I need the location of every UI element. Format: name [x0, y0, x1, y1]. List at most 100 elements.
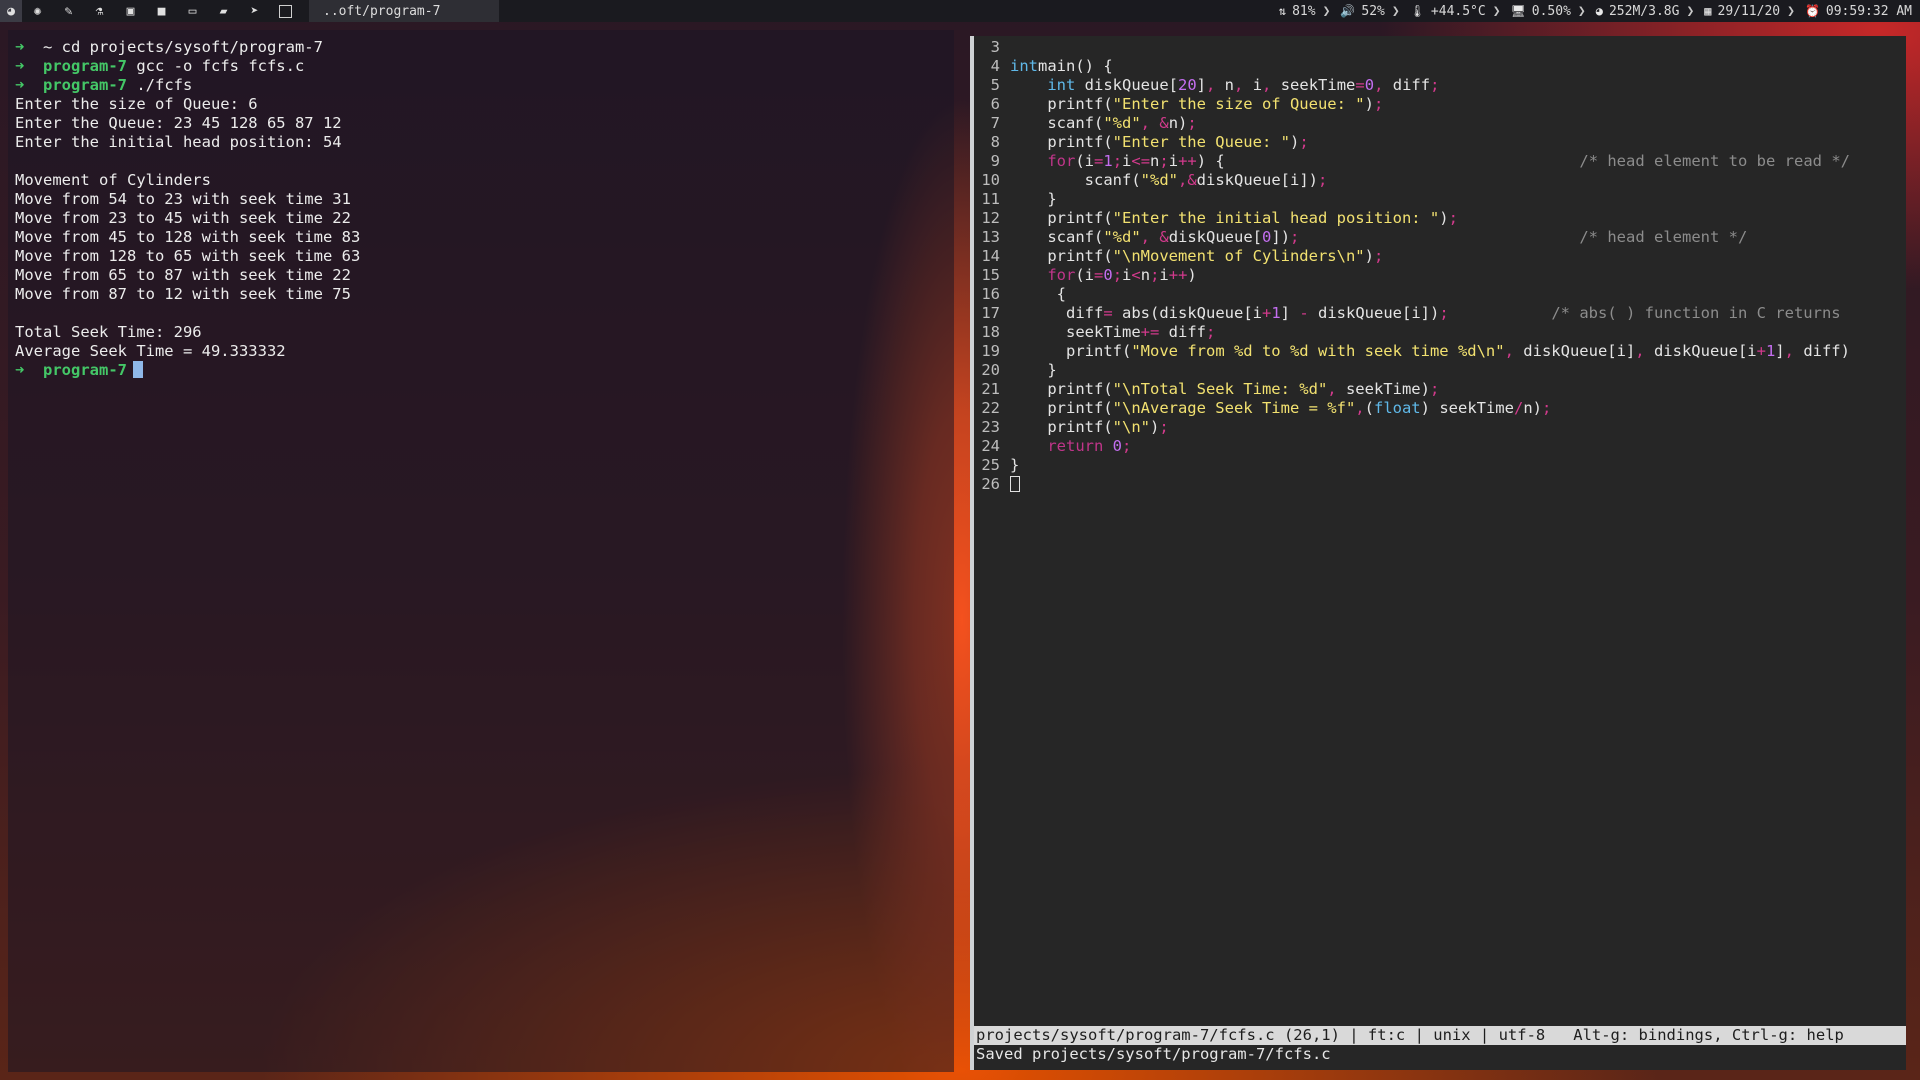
code-line[interactable]: 25} — [980, 456, 1850, 475]
clock-icon: ⏰ — [1804, 4, 1820, 18]
calendar-icon: ▦ — [1704, 4, 1712, 18]
image-icon[interactable]: ▣ — [115, 0, 146, 22]
command-line: ➜ program-7 ./fcfs — [15, 76, 360, 95]
status-value: 81% — [1292, 3, 1316, 19]
cpu-icon: 🖥 — [1510, 4, 1526, 18]
code-line-text[interactable]: scanf("%d", &n); — [1010, 114, 1196, 133]
telegram-icon[interactable]: ➤ — [239, 0, 270, 22]
top-bar: ◕ ✺ ✎ ⚗ ▣ ■ ▭ ▰ ➤ ..oft/program-7 ⇅ 81% ❯ 🔊… — [0, 0, 1920, 22]
output-line: Move from 65 to 87 with seek time 22 — [15, 266, 351, 284]
line-number: 7 — [990, 114, 1000, 132]
code-line-text[interactable]: printf("\nAverage Seek Time = %f",(float… — [1010, 399, 1551, 418]
code-line[interactable]: 20 } — [980, 361, 1850, 380]
line-number: 4 — [990, 57, 1000, 75]
editor-cursor — [1010, 476, 1020, 492]
active-prompt-line[interactable]: ➜ program-7 — [15, 361, 360, 380]
launcher-icons: ◕ ✺ ✎ ⚗ ▣ ■ ▭ ▰ ➤ — [0, 0, 301, 22]
code-line-text[interactable]: for(i=0;i<n;i++) — [1010, 266, 1196, 285]
status-value: 09:59:32 AM — [1825, 3, 1912, 19]
code-line[interactable]: 23 printf("\n"); — [980, 418, 1850, 437]
code-line[interactable]: 18 seekTime+= diff; — [980, 323, 1850, 342]
code-line-text[interactable]: printf("Enter the size of Queue: "); — [1010, 95, 1383, 114]
app-menu-icon[interactable]: ◕ — [0, 0, 22, 22]
status-value: 52% — [1361, 3, 1385, 19]
line-number: 11 — [981, 190, 1000, 208]
flask-icon[interactable]: ⚗ — [84, 0, 115, 22]
code-line[interactable]: 12 printf("Enter the initial head positi… — [980, 209, 1850, 228]
code-line[interactable]: 7 scanf("%d", &n); — [980, 114, 1850, 133]
code-line[interactable]: 24 return 0; — [980, 437, 1850, 456]
code-line-text[interactable]: printf("Enter the Queue: "); — [1010, 133, 1308, 152]
line-number: 15 — [981, 266, 1000, 284]
code-line-text[interactable]: diff= abs(diskQueue[i+1] - diskQueue[i])… — [1010, 304, 1841, 323]
line-number: 5 — [990, 76, 1000, 94]
output-line: Move from 45 to 128 with seek time 83 — [15, 228, 361, 246]
prompt-dir: program-7 — [43, 361, 127, 379]
code-line[interactable]: 5 int diskQueue[20], n, i, seekTime=0, d… — [980, 76, 1850, 95]
code-line-text[interactable]: return 0; — [1010, 437, 1131, 456]
code-line-text[interactable]: printf("Enter the initial head position:… — [1010, 209, 1458, 228]
code-line-text[interactable]: printf("\n"); — [1010, 418, 1168, 437]
code-line[interactable]: 9 for(i=1;i<=n;i++) { /* head element to… — [980, 152, 1850, 171]
code-line[interactable]: 17 diff= abs(diskQueue[i+1] - diskQueue[… — [980, 304, 1850, 323]
terminal-cursor — [133, 361, 143, 378]
window-title[interactable]: ..oft/program-7 — [309, 0, 499, 22]
code-line[interactable]: 22 printf("\nAverage Seek Time = %f",(fl… — [980, 399, 1850, 418]
code-line-text[interactable]: printf("Move from %d to %d with seek tim… — [1010, 342, 1850, 361]
status-thermometer: 🌡 +44.5°C ❯ — [1400, 4, 1501, 19]
code-line[interactable]: 15 for(i=0;i<n;i++) — [980, 266, 1850, 285]
code-line-text[interactable]: scanf("%d", &diskQueue[0]); /* head elem… — [1010, 228, 1747, 247]
laptop-icon[interactable]: ▭ — [177, 0, 208, 22]
code-line-text[interactable]: int diskQueue[20], n, i, seekTime=0, dif… — [1010, 76, 1439, 95]
terminal-pane[interactable]: ➜ ~ cd projects/sysoft/program-7 ➜ progra… — [8, 30, 954, 1072]
separator-icon: ❯ — [1787, 3, 1795, 19]
output-line: Enter the initial head position: 54 — [15, 133, 342, 151]
code-line[interactable]: 16 { — [980, 285, 1850, 304]
folder-icon[interactable]: ▰ — [208, 0, 239, 22]
line-number: 3 — [990, 38, 1000, 56]
code-line-text[interactable]: printf("\nMovement of Cylinders\n"); — [1010, 247, 1383, 266]
line-number: 16 — [981, 285, 1000, 303]
code-line-text[interactable] — [1010, 475, 1020, 494]
status-network: ⇅ 81% ❯ — [1269, 4, 1331, 19]
code-line-text[interactable]: { — [1010, 285, 1066, 304]
line-number: 19 — [981, 342, 1000, 360]
code-line-text[interactable]: } — [1010, 456, 1019, 475]
code-line[interactable]: 3 — [980, 38, 1850, 57]
code-line[interactable]: 6 printf("Enter the size of Queue: "); — [980, 95, 1850, 114]
separator-icon: ❯ — [1577, 3, 1586, 19]
editor-pane[interactable]: 3 4 intmain() {5 int diskQueue[20], n, i, … — [970, 36, 1906, 1070]
code-line-text[interactable]: for(i=1;i<=n;i++) { /* head element to b… — [1010, 152, 1850, 171]
code-line-text[interactable]: scanf("%d",&diskQueue[i]); — [1010, 171, 1328, 190]
output-line: Enter the size of Queue: 6 — [15, 95, 258, 113]
code-line[interactable]: 21 printf("\nTotal Seek Time: %d", seekT… — [980, 380, 1850, 399]
code-line-text[interactable]: } — [1010, 361, 1056, 380]
output-line: Movement of Cylinders — [15, 171, 211, 189]
code-line-text[interactable]: intmain() { — [1010, 57, 1113, 76]
system-status: ⇅ 81% ❯ 🔊 52% ❯ 🌡 +44.5°C ❯ 🖥 0.50% ❯ ◕ 252M/3.8G ❯ ▦ 29… — [1269, 0, 1920, 22]
browser-icon[interactable]: ✺ — [22, 0, 53, 22]
window-icon[interactable] — [270, 0, 301, 22]
code-line[interactable]: 13 scanf("%d", &diskQueue[0]); /* head e… — [980, 228, 1850, 247]
code-line[interactable]: 26 — [980, 475, 1850, 494]
code-line[interactable]: 10 scanf("%d",&diskQueue[i]); — [980, 171, 1850, 190]
code-line-text[interactable]: } — [1010, 190, 1056, 209]
status-value: 29/11/20 — [1717, 3, 1781, 19]
code-line[interactable]: 4 intmain() { — [980, 57, 1850, 76]
output-line: Move from 54 to 23 with seek time 31 — [15, 190, 351, 208]
line-number: 10 — [981, 171, 1000, 189]
code-line-text[interactable]: seekTime+= diff; — [1010, 323, 1215, 342]
code-line-text[interactable]: printf("\nTotal Seek Time: %d", seekTime… — [1010, 380, 1439, 399]
status-value: 0.50% — [1531, 3, 1571, 19]
pen-icon[interactable]: ✎ — [53, 0, 84, 22]
code-line[interactable]: 14 printf("\nMovement of Cylinders\n"); — [980, 247, 1850, 266]
line-number: 26 — [981, 475, 1000, 493]
code-line[interactable]: 8 printf("Enter the Queue: "); — [980, 133, 1850, 152]
code-line[interactable]: 11 } — [980, 190, 1850, 209]
code-area[interactable]: 3 4 intmain() {5 int diskQueue[20], n, i, … — [980, 38, 1850, 494]
video-icon[interactable]: ■ — [146, 0, 177, 22]
code-line[interactable]: 19 printf("Move from %d to %d with seek … — [980, 342, 1850, 361]
separator-icon: ❯ — [1686, 3, 1695, 19]
